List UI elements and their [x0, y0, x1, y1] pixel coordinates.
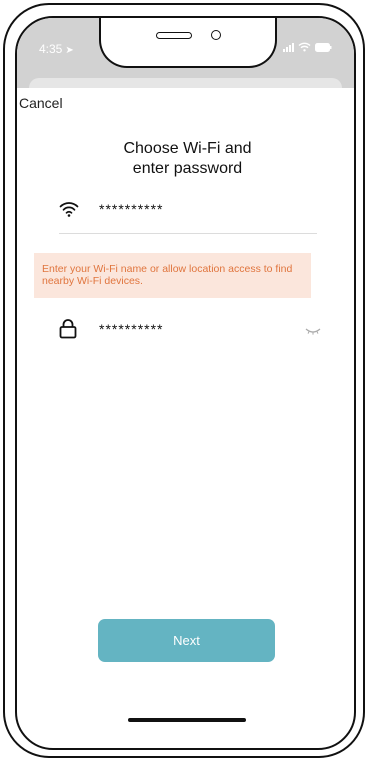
next-button[interactable]: Next: [98, 619, 275, 662]
lock-icon: [59, 319, 99, 339]
location-notice: Enter your Wi-Fi name or allow location …: [34, 253, 311, 298]
title-line-2: enter password: [132, 160, 243, 177]
cancel-button[interactable]: Cancel: [19, 95, 63, 111]
wifi-name-field[interactable]: **********: [59, 198, 329, 220]
password-value[interactable]: **********: [99, 321, 279, 337]
eye-closed-icon[interactable]: [305, 322, 321, 340]
wifi-name-value[interactable]: **********: [99, 201, 279, 217]
title-line-1: Choose Wi-Fi and: [123, 140, 252, 157]
field-divider: [59, 233, 317, 234]
location-arrow-icon: ➤: [65, 45, 74, 56]
page-title: Choose Wi-Fi and enter password: [17, 139, 354, 179]
battery-icon: [315, 42, 332, 52]
cellular-signal-icon: [283, 42, 294, 52]
time-text: 4:35: [39, 42, 63, 56]
notice-text: Enter your Wi-Fi name or allow location …: [42, 263, 293, 287]
status-time: 4:35 ➤: [39, 42, 74, 56]
wifi-status-icon: [298, 42, 311, 52]
device-notch: [99, 18, 277, 68]
phone-screen: 4:35 ➤ Cancel Choose Wi-Fi and enter pas…: [15, 16, 356, 750]
status-icons: [283, 42, 332, 52]
home-indicator: [128, 718, 246, 722]
speaker-grille: [156, 32, 192, 39]
wifi-icon: [59, 201, 99, 217]
password-field[interactable]: **********: [59, 318, 321, 340]
camera-lens: [211, 30, 221, 40]
